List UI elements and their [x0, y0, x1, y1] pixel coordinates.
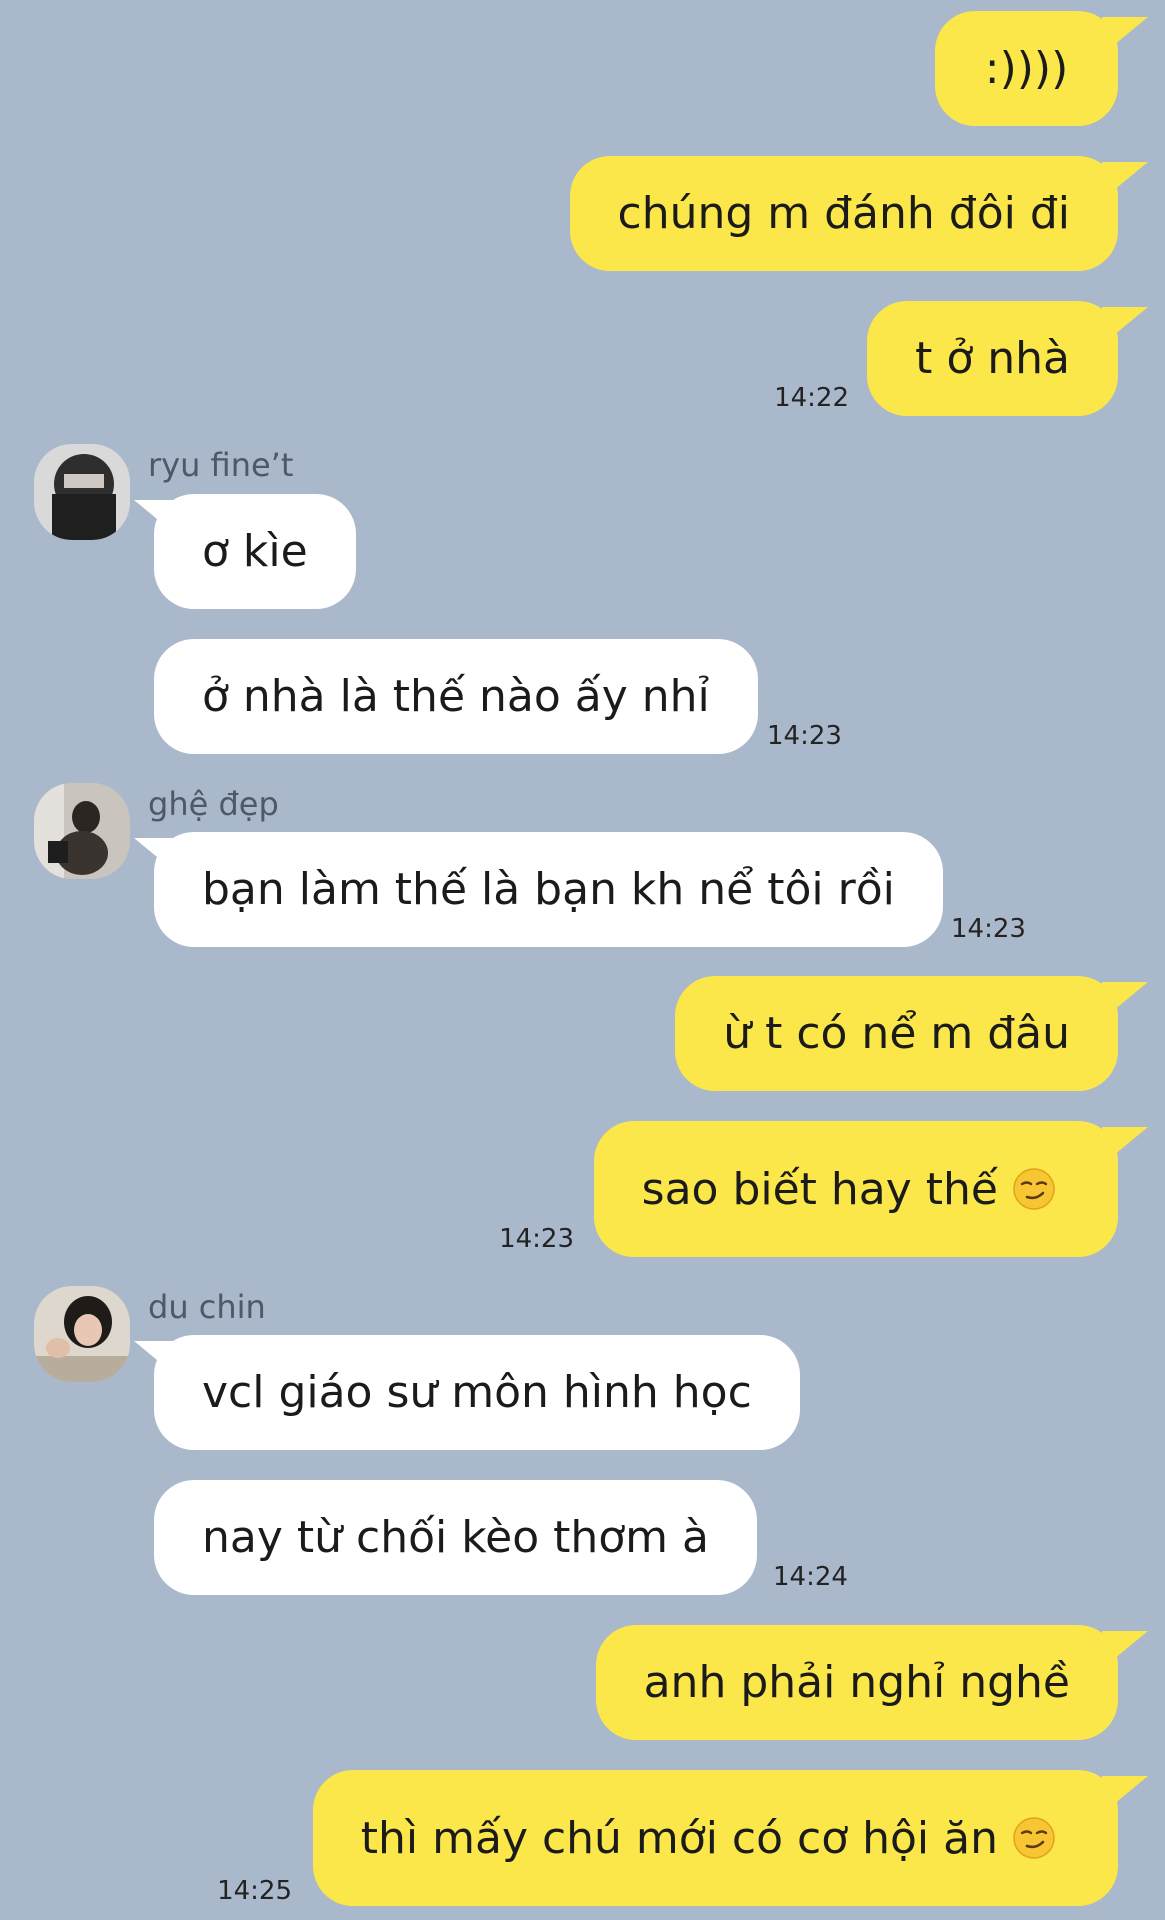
message-text: ừ t có nể m đâu	[723, 1008, 1070, 1059]
avatar-icon[interactable]	[34, 1286, 130, 1382]
chat-area[interactable]: :)))) chúng m đánh đôi đi t ở nhà 14:22 …	[0, 0, 1165, 1920]
smirk-emoji-icon	[1013, 1168, 1055, 1210]
message-text: ở nhà là thế nào ấy nhỉ	[202, 671, 710, 722]
message-bubble-outgoing[interactable]: :))))	[935, 11, 1118, 126]
message-text: vcl giáo sư môn hình học	[202, 1367, 752, 1418]
message-text: chúng m đánh đôi đi	[617, 188, 1070, 239]
message-timestamp: 14:23	[951, 914, 1026, 944]
message-timestamp: 14:23	[499, 1224, 574, 1254]
smirk-emoji-icon	[1013, 1817, 1055, 1859]
message-timestamp: 14:23	[767, 721, 842, 751]
message-text: nay từ chối kèo thơm à	[202, 1512, 709, 1563]
message-text: t ở nhà	[915, 333, 1070, 384]
message-bubble-incoming[interactable]: ơ kìe	[154, 494, 356, 609]
sender-name: ghệ đẹp	[148, 785, 279, 823]
message-timestamp: 14:25	[217, 1876, 292, 1906]
sender-name: du chin	[148, 1288, 266, 1326]
message-bubble-outgoing[interactable]: ừ t có nể m đâu	[675, 976, 1118, 1091]
message-text: :))))	[984, 43, 1069, 94]
message-bubble-outgoing[interactable]: anh phải nghỉ nghề	[595, 1625, 1118, 1740]
message-text: bạn làm thế là bạn kh nể tôi rồi	[202, 864, 895, 915]
message-text: anh phải nghỉ nghề	[643, 1657, 1070, 1708]
avatar-icon[interactable]	[34, 783, 130, 879]
message-bubble-outgoing[interactable]: sao biết hay thế	[593, 1121, 1118, 1257]
sender-name: ryu fine’t	[148, 446, 294, 484]
message-text: sao biết hay thế	[641, 1163, 998, 1215]
message-text: thì mấy chú mới có cơ hội ăn	[360, 1812, 998, 1864]
message-timestamp: 14:24	[773, 1562, 848, 1592]
avatar-icon[interactable]	[34, 444, 130, 540]
message-text: ơ kìe	[202, 526, 308, 577]
message-bubble-outgoing[interactable]: chúng m đánh đôi đi	[569, 156, 1118, 271]
message-bubble-incoming[interactable]: ở nhà là thế nào ấy nhỉ	[154, 639, 758, 754]
message-bubble-outgoing[interactable]: thì mấy chú mới có cơ hội ăn	[312, 1770, 1118, 1906]
message-bubble-incoming[interactable]: nay từ chối kèo thơm à	[154, 1480, 757, 1595]
message-bubble-outgoing[interactable]: t ở nhà	[867, 301, 1118, 416]
message-bubble-incoming[interactable]: bạn làm thế là bạn kh nể tôi rồi	[154, 832, 943, 947]
message-bubble-incoming[interactable]: vcl giáo sư môn hình học	[154, 1335, 800, 1450]
message-timestamp: 14:22	[774, 383, 849, 413]
